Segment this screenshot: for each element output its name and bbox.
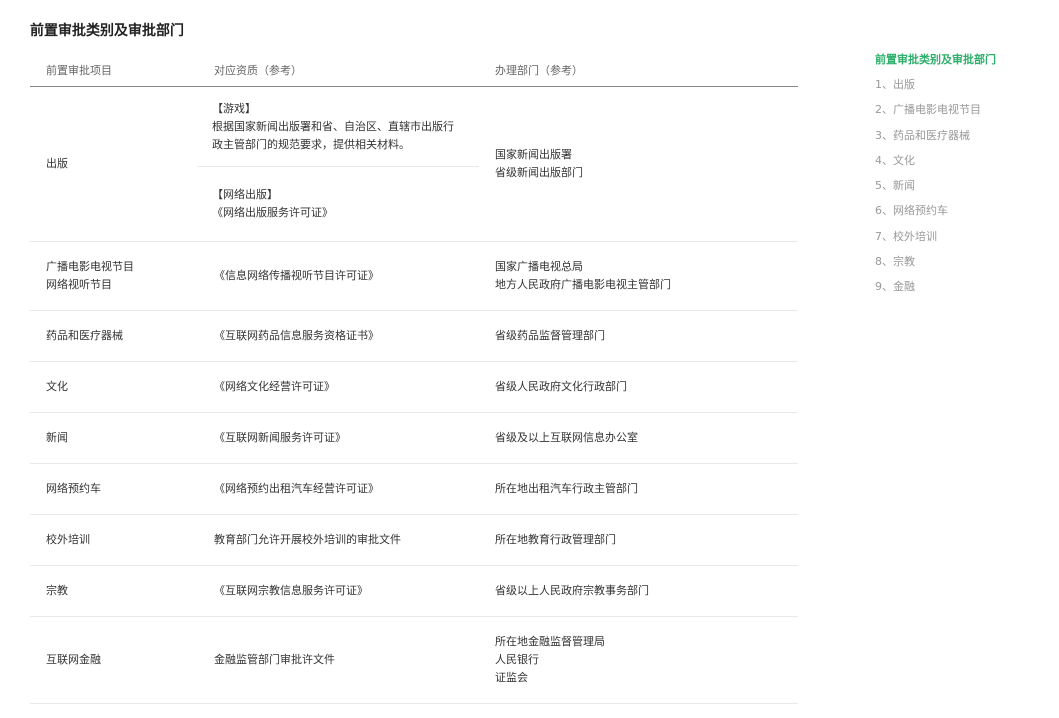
qualification-line: 《网络出版服务许可证》 (212, 206, 333, 219)
table-row: 文化 《网络文化经营许可证》 省级人民政府文化行政部门 (30, 362, 798, 413)
toc-item-culture[interactable]: 4、文化 (875, 152, 1045, 177)
table-row: 广播电影电视节目 网络视听节目 《信息网络传播视听节目许可证》 国家广播电视总局… (30, 242, 798, 311)
row-qualification: 《信息网络传播视听节目许可证》 (214, 269, 379, 282)
header-qualification: 对应资质（参考） (214, 64, 302, 77)
row-category: 文化 (46, 380, 68, 393)
toc-item-tutoring[interactable]: 7、校外培训 (875, 228, 1045, 253)
row-qualification: 《互联网药品信息服务资格证书》 (214, 329, 379, 342)
department-line: 所在地金融监督管理局 (495, 635, 605, 648)
row-qualification: 【游戏】 根据国家新闻出版署和省、自治区、直辖市出版行 政主管部门的规范要求，提… (198, 87, 479, 241)
qualification-online-publishing: 【网络出版】 《网络出版服务许可证》 (198, 167, 479, 241)
toc-item-broadcast[interactable]: 2、广播电影电视节目 (875, 101, 1045, 126)
department-line: 人民银行 (495, 653, 539, 666)
department-line: 国家广播电视总局 (495, 260, 583, 273)
category-line: 广播电影电视节目 (46, 260, 134, 273)
row-qualification: 《网络预约出租汽车经营许可证》 (214, 482, 379, 495)
qualification-line: 政主管部门的规范要求，提供相关材料。 (212, 137, 410, 151)
row-category: 广播电影电视节目 网络视听节目 (30, 258, 198, 294)
qualification-line: 【网络出版】 (212, 188, 278, 201)
row-category: 宗教 (46, 584, 68, 597)
row-department: 国家新闻出版署 省级新闻出版部门 (479, 87, 798, 241)
department-line: 地方人民政府广播电影电视主管部门 (495, 278, 671, 291)
row-department: 所在地金融监督管理局 人民银行 证监会 (479, 633, 798, 687)
row-department: 国家广播电视总局 地方人民政府广播电影电视主管部门 (479, 258, 798, 294)
row-department: 省级药品监督管理部门 (495, 329, 605, 342)
row-qualification: 《网络文化经营许可证》 (214, 380, 335, 393)
row-qualification: 《互联网宗教信息服务许可证》 (214, 584, 368, 597)
row-qualification: 《互联网新闻服务许可证》 (214, 431, 346, 444)
row-department: 所在地出租汽车行政主管部门 (495, 482, 638, 495)
table-row: 宗教 《互联网宗教信息服务许可证》 省级以上人民政府宗教事务部门 (30, 566, 798, 617)
row-category: 网络预约车 (46, 482, 101, 495)
department-line: 省级新闻出版部门 (495, 166, 583, 179)
row-category: 出版 (46, 157, 68, 170)
department-line: 国家新闻出版署 (495, 148, 572, 161)
row-department: 省级人民政府文化行政部门 (495, 380, 627, 393)
qualification-line: 根据国家新闻出版署和省、自治区、直辖市出版行 (212, 119, 454, 133)
row-category: 药品和医疗器械 (46, 329, 123, 342)
qualification-line: 【游戏】 (212, 101, 256, 115)
row-category: 互联网金融 (46, 653, 101, 666)
table-row: 药品和医疗器械 《互联网药品信息服务资格证书》 省级药品监督管理部门 (30, 311, 798, 362)
table-row: 新闻 《互联网新闻服务许可证》 省级及以上互联网信息办公室 (30, 413, 798, 464)
header-department: 办理部门（参考） (495, 64, 583, 77)
row-department: 省级及以上互联网信息办公室 (495, 431, 638, 444)
page-title: 前置审批类别及审批部门 (30, 23, 184, 39)
toc-item-news[interactable]: 5、新闻 (875, 177, 1045, 202)
category-line: 网络视听节目 (46, 278, 112, 291)
row-category: 新闻 (46, 431, 68, 444)
row-category: 校外培训 (46, 533, 90, 546)
table-row: 网络预约车 《网络预约出租汽车经营许可证》 所在地出租汽车行政主管部门 (30, 464, 798, 515)
qualification-game: 【游戏】 根据国家新闻出版署和省、自治区、直辖市出版行 政主管部门的规范要求，提… (198, 87, 479, 167)
table-row: 互联网金融 金融监管部门审批许文件 所在地金融监督管理局 人民银行 证监会 (30, 617, 798, 704)
header-category: 前置审批项目 (46, 64, 112, 77)
table-row: 出版 【游戏】 根据国家新闻出版署和省、自治区、直辖市出版行 政主管部门的规范要… (30, 87, 798, 242)
table-row: 校外培训 教育部门允许开展校外培训的审批文件 所在地教育行政管理部门 (30, 515, 798, 566)
toc-item-finance[interactable]: 9、金融 (875, 278, 1045, 303)
approval-table: 前置审批项目 对应资质（参考） 办理部门（参考） 出版 【游戏】 根据国家新闻出… (30, 54, 798, 704)
row-department: 省级以上人民政府宗教事务部门 (495, 584, 649, 597)
toc-item-publishing[interactable]: 1、出版 (875, 76, 1045, 101)
toc-title-link[interactable]: 前置审批类别及审批部门 (875, 51, 1045, 69)
toc-item-medicine[interactable]: 3、药品和医疗器械 (875, 127, 1045, 152)
table-of-contents: 前置审批类别及审批部门 1、出版 2、广播电影电视节目 3、药品和医疗器械 4、… (875, 51, 1045, 304)
toc-item-religion[interactable]: 8、宗教 (875, 253, 1045, 278)
row-qualification: 教育部门允许开展校外培训的审批文件 (214, 533, 401, 546)
table-header: 前置审批项目 对应资质（参考） 办理部门（参考） (30, 54, 798, 87)
toc-item-ride-hailing[interactable]: 6、网络预约车 (875, 202, 1045, 227)
row-department: 所在地教育行政管理部门 (495, 533, 616, 546)
row-qualification: 金融监管部门审批许文件 (214, 653, 335, 666)
department-line: 证监会 (495, 671, 528, 684)
